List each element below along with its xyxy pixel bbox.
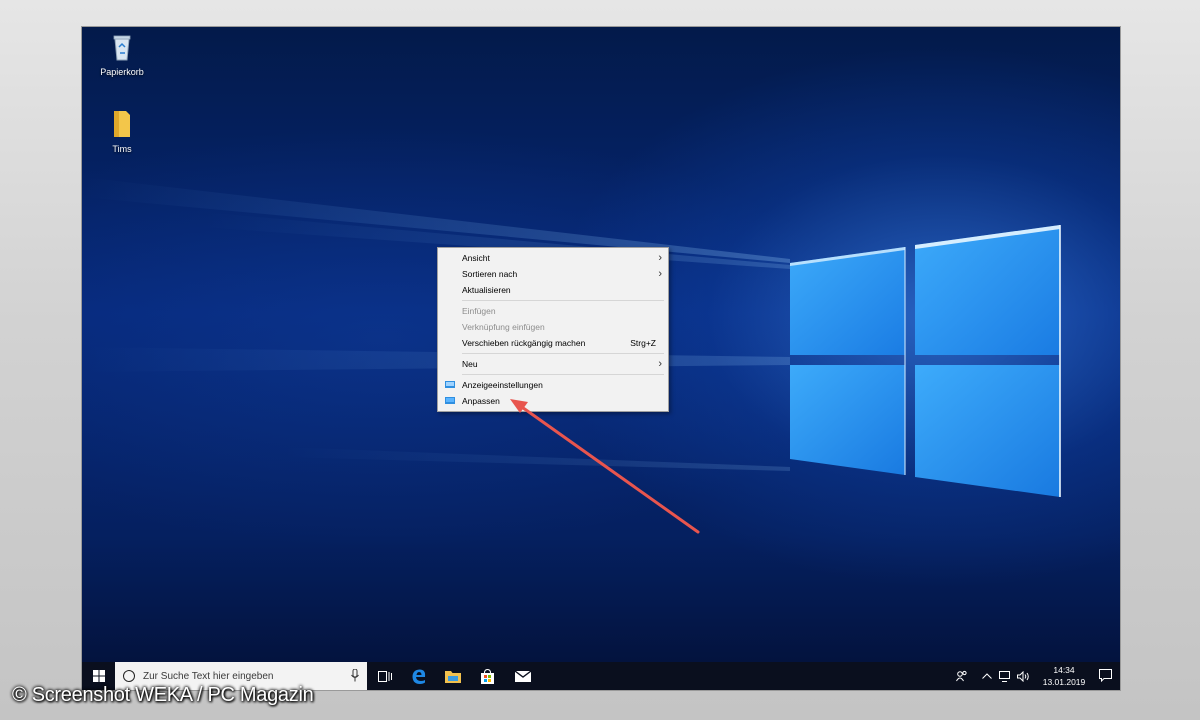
taskbar-store[interactable] [472,662,502,690]
menu-item-label: Neu [462,359,478,369]
chevron-right-icon: › [658,358,662,370]
clock-date: 13.01.2019 [1042,677,1086,687]
menu-item-label: Ansicht [462,253,490,263]
desktop[interactable]: Papierkorb Tims Ansicht › Sortieren nach… [82,27,1120,662]
menu-separator [462,353,664,354]
menu-separator [462,374,664,375]
menu-item-label: Sortieren nach [462,269,518,279]
search-placeholder: Zur Suche Text hier eingeben [143,670,274,682]
watermark-text: © Screenshot WEKA / PC Magazin [12,684,314,706]
mail-icon [515,670,531,682]
chevron-right-icon: › [658,252,662,264]
personalize-icon [445,397,455,404]
desktop-icon-label: Papierkorb [100,67,144,77]
menu-item-label: Verschieben rückgängig machen [462,338,586,348]
volume-icon [1016,670,1029,682]
edge-icon [412,669,426,684]
tray-network[interactable] [997,662,1013,690]
taskbar-clock[interactable]: 14:34 13.01.2019 [1038,664,1090,688]
clock-time: 14:34 [1053,665,1075,675]
menu-item-shortcut: Strg+Z [630,338,656,348]
menu-item-label: Anzeigeeinstellungen [462,380,543,390]
desktop-icon-label: Tims [112,144,132,154]
screenshot-frame: Papierkorb Tims Ansicht › Sortieren nach… [82,27,1120,690]
menu-item-label: Einfügen [462,306,496,316]
tray-volume[interactable] [1015,662,1031,690]
menu-item-anzeigeeinstellungen[interactable]: Anzeigeeinstellungen [438,377,668,393]
task-view-button[interactable] [370,662,400,690]
menu-item-verknuepfung-einfuegen: Verknüpfung einfügen [438,319,668,335]
menu-item-label: Anpassen [462,396,500,406]
microphone-icon[interactable] [351,669,359,682]
menu-item-anpassen[interactable]: Anpassen [438,393,668,409]
action-center-icon[interactable] [1099,669,1112,682]
taskbar-file-explorer[interactable] [438,662,468,690]
menu-separator [462,300,664,301]
display-settings-icon [445,381,455,388]
menu-item-einfuegen: Einfügen [438,303,668,319]
recycle-bin-icon [113,35,131,61]
network-icon [998,670,1010,682]
menu-item-label: Verknüpfung einfügen [462,322,545,332]
menu-item-aktualisieren[interactable]: Aktualisieren [438,282,668,298]
tray-people[interactable] [952,662,972,690]
desktop-icon-recycle-bin[interactable]: Papierkorb [87,31,157,77]
chevron-right-icon: › [658,268,662,280]
desktop-context-menu: Ansicht › Sortieren nach › Aktualisieren… [437,247,669,412]
task-view-icon [378,670,392,682]
desktop-icon-folder-tims[interactable]: Tims [87,108,157,154]
store-icon [480,668,494,684]
file-explorer-icon [445,670,461,683]
taskbar-mail[interactable] [508,662,538,690]
menu-item-label: Aktualisieren [462,285,511,295]
menu-item-sortieren-nach[interactable]: Sortieren nach › [438,266,668,282]
tray-show-hidden[interactable] [980,662,994,690]
people-icon [956,670,967,682]
folder-icon [114,111,130,137]
cortana-icon [123,670,135,682]
menu-item-verschieben-rueckgaengig[interactable]: Verschieben rückgängig machen Strg+Z [438,335,668,351]
chevron-up-icon [982,673,992,679]
menu-item-neu[interactable]: Neu › [438,356,668,372]
taskbar-edge[interactable] [404,662,434,690]
windows-start-icon [92,670,105,682]
menu-item-ansicht[interactable]: Ansicht › [438,250,668,266]
